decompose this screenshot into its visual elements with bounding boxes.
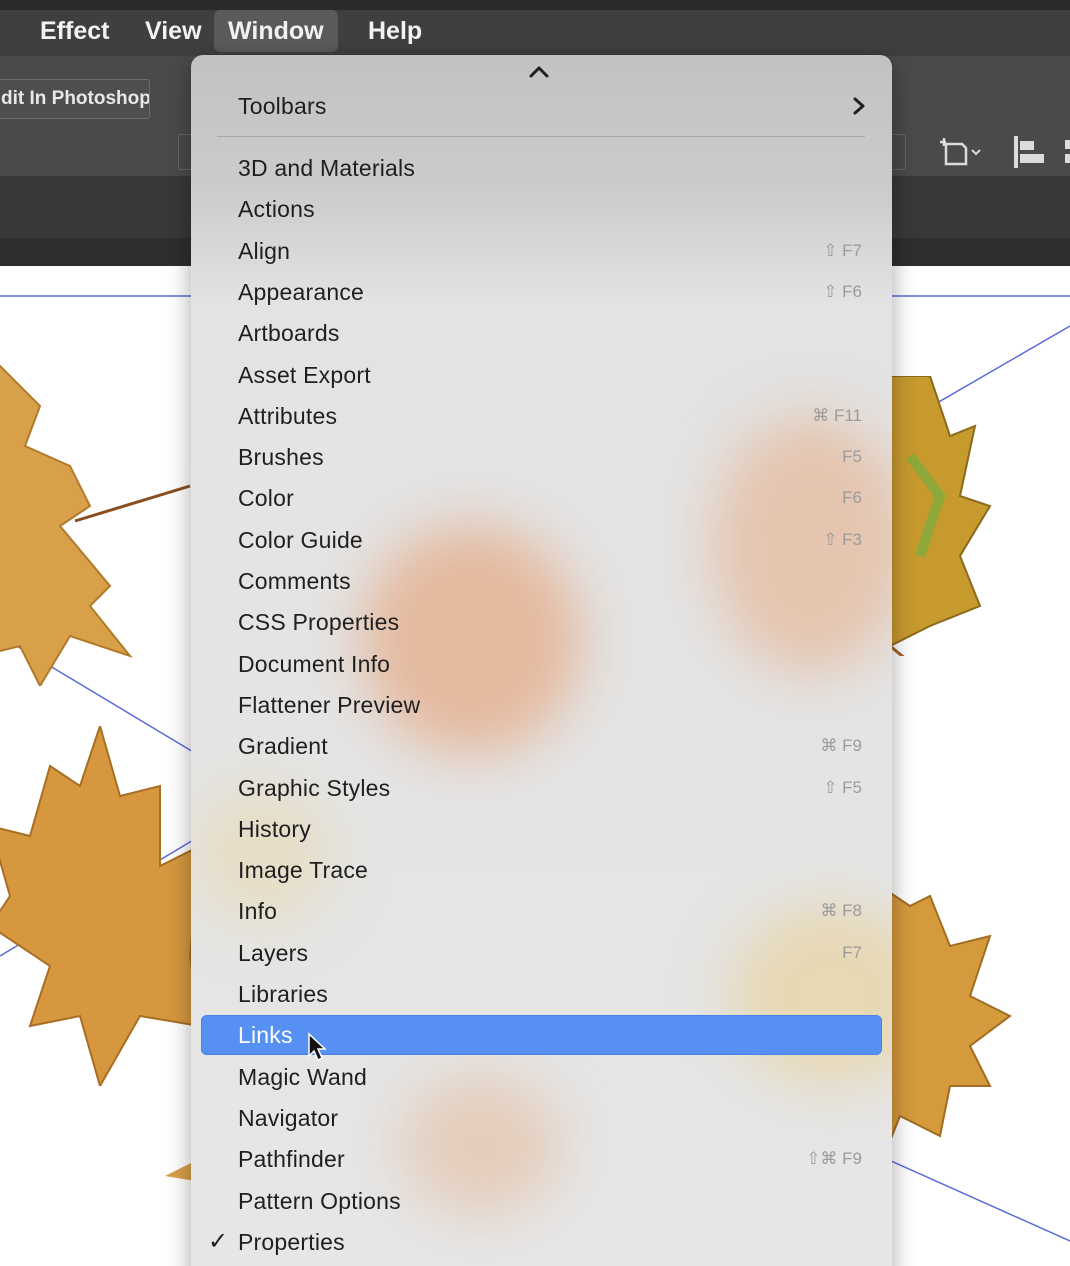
menu-item-label: Appearance <box>238 278 365 305</box>
menu-item-label: Libraries <box>238 981 329 1007</box>
scroll-up-chevron-icon[interactable] <box>526 61 552 83</box>
menu-item-graphic-styles[interactable]: Graphic Styles ⇧ F5 <box>201 768 882 808</box>
menu-item-label: Properties <box>238 1228 345 1255</box>
keyboard-shortcut: ⌘ F11 <box>812 405 862 425</box>
maple-leaf-image <box>0 364 191 686</box>
menu-effect[interactable]: Effect <box>26 10 123 52</box>
app-menubar: Effect View Window Help <box>0 0 1070 56</box>
mouse-cursor-icon <box>308 1032 327 1062</box>
menu-item-color-guide[interactable]: Color Guide ⇧ F3 <box>201 520 882 560</box>
menu-item-label: Pathfinder <box>238 1146 345 1173</box>
keyboard-shortcut: ⇧ F5 <box>823 777 862 797</box>
menu-window[interactable]: Window <box>214 10 338 52</box>
menu-item-pathfinder[interactable]: Pathfinder ⇧⌘ F9 <box>201 1139 882 1179</box>
menu-item-label: Links <box>238 1022 293 1049</box>
maple-leaf-image <box>0 726 202 1086</box>
keyboard-shortcut: ⌘ F8 <box>820 901 862 921</box>
menu-item-label: Attributes <box>238 402 338 429</box>
menu-item-label: Actions <box>238 196 315 223</box>
align-icon-partial[interactable] <box>1062 134 1070 170</box>
menu-item-flattener-preview[interactable]: Flattener Preview <box>201 685 882 725</box>
edit-in-photoshop-button[interactable]: dit In Photoshop <box>0 79 150 119</box>
menu-item-label: Asset Export <box>238 361 371 388</box>
keyboard-shortcut: ⇧ F7 <box>823 240 862 260</box>
menu-item-label: Navigator <box>238 1104 339 1131</box>
menu-item-gradient[interactable]: Gradient ⌘ F9 <box>201 726 882 766</box>
menu-item-links[interactable]: Links <box>201 1015 882 1056</box>
menu-item-label: Gradient <box>238 733 328 760</box>
menu-item-color[interactable]: Color F6 <box>201 478 882 518</box>
menu-item-label: 3D and Materials <box>238 155 416 181</box>
menu-item-label: Brushes <box>238 444 324 471</box>
keyboard-shortcut: F7 <box>842 942 862 962</box>
menu-view[interactable]: View <box>131 10 216 52</box>
menu-item-3d-and-materials[interactable]: 3D and Materials <box>201 148 882 188</box>
menu-item-label: Magic Wand <box>238 1063 367 1090</box>
menu-item-image-trace[interactable]: Image Trace <box>201 850 882 890</box>
control-field-end[interactable] <box>892 134 906 170</box>
menu-item-artboards[interactable]: Artboards <box>201 313 882 353</box>
menu-item-label: Artboards <box>238 320 340 347</box>
menu-item-pattern-options[interactable]: Pattern Options <box>201 1181 882 1221</box>
menu-item-magic-wand[interactable]: Magic Wand <box>201 1057 882 1097</box>
submenu-chevron-right-icon <box>853 97 865 115</box>
keyboard-shortcut: ⇧ F3 <box>823 529 862 549</box>
menu-item-info[interactable]: Info ⌘ F8 <box>201 891 882 931</box>
menu-item-history[interactable]: History <box>201 809 882 849</box>
menu-item-label: Toolbars <box>238 93 327 119</box>
menu-separator <box>217 136 865 137</box>
menu-item-label: Align <box>238 237 291 264</box>
menu-item-label: Layers <box>238 939 309 966</box>
menu-item-libraries[interactable]: Libraries <box>201 974 882 1014</box>
menu-item-label: Flattener Preview <box>238 691 421 718</box>
menu-help[interactable]: Help <box>354 10 436 52</box>
menu-item-appearance[interactable]: Appearance ⇧ F6 <box>201 272 882 312</box>
menu-item-properties[interactable]: ✓ Properties <box>201 1222 882 1262</box>
maple-leaf-image <box>880 376 992 656</box>
menu-item-label: Pattern Options <box>238 1187 401 1214</box>
keyboard-shortcut: ⌘ F9 <box>820 736 862 756</box>
menu-item-css-properties[interactable]: CSS Properties <box>201 602 882 642</box>
keyboard-shortcut: ⇧ F6 <box>823 281 862 301</box>
keyboard-shortcut: ⇧⌘ F9 <box>806 1149 862 1169</box>
align-left-icon[interactable] <box>1012 134 1052 170</box>
menu-item-asset-export[interactable]: Asset Export <box>201 355 882 395</box>
artboard-dropdown-icon[interactable] <box>938 136 986 168</box>
menu-item-label: Color <box>238 485 294 512</box>
menu-item-label: Info <box>238 898 278 925</box>
window-menu-dropdown: Toolbars 3D and Materials Actions Align ⇧ F… <box>191 55 892 1266</box>
menu-item-label: Color Guide <box>238 526 363 553</box>
control-field[interactable] <box>178 134 192 170</box>
menu-item-label: Image Trace <box>238 857 369 884</box>
menu-item-comments[interactable]: Comments <box>201 561 882 601</box>
menu-item-layers[interactable]: Layers F7 <box>201 933 882 973</box>
keyboard-shortcut: F5 <box>842 447 862 467</box>
keyboard-shortcut: F6 <box>842 488 862 508</box>
menu-item-attributes[interactable]: Attributes ⌘ F11 <box>201 396 882 436</box>
menu-item-toolbars[interactable]: Toolbars <box>201 86 882 126</box>
menu-item-label: Document Info <box>238 650 391 677</box>
menu-item-navigator[interactable]: Navigator <box>201 1098 882 1138</box>
checkmark-icon: ✓ <box>208 1227 229 1255</box>
menu-item-align[interactable]: Align ⇧ F7 <box>201 231 882 271</box>
maple-leaf-image <box>880 886 1012 1166</box>
menu-item-brushes[interactable]: Brushes F5 <box>201 437 882 477</box>
menu-item-document-info[interactable]: Document Info <box>201 644 882 684</box>
menu-item-label: CSS Properties <box>238 609 400 636</box>
menu-item-actions[interactable]: Actions <box>201 189 882 229</box>
menu-item-label: Graphic Styles <box>238 774 391 801</box>
menu-item-label: Comments <box>238 568 351 594</box>
menu-item-label: History <box>238 815 311 842</box>
